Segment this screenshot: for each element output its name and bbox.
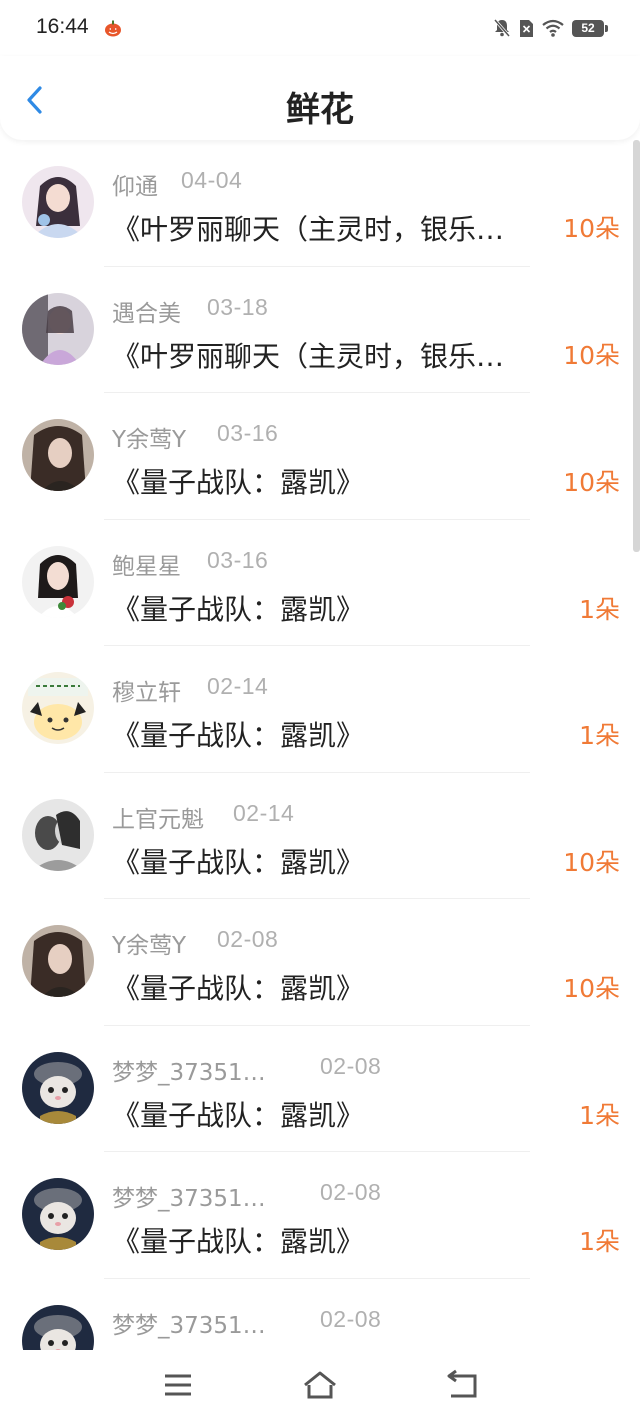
sender-name[interactable]: Y余莺Y	[112, 926, 186, 960]
wifi-icon	[542, 19, 564, 37]
avatar[interactable]	[22, 925, 94, 997]
no-sim-icon	[520, 19, 533, 37]
gift-date: 02-08	[320, 1179, 382, 1205]
gift-date: 02-08	[320, 1052, 382, 1079]
gift-date: 04-04	[181, 167, 243, 193]
gift-date: 02-14	[207, 673, 269, 699]
flower-amount: 10朵	[563, 974, 620, 1003]
flower-amount: 10朵	[563, 340, 620, 370]
avatar[interactable]	[22, 672, 94, 744]
battery-level: 52	[581, 21, 595, 35]
sender-name[interactable]: 梦梦_37351…	[112, 1179, 266, 1213]
flower-amount: 1朵	[579, 1100, 620, 1130]
page-header: 鲜花	[0, 56, 640, 140]
book-title[interactable]: 《量子战队：露凯》	[112, 1094, 542, 1134]
sender-name[interactable]: 梦梦_37351…	[112, 1053, 266, 1087]
sender-name[interactable]: 上官元魁	[112, 800, 204, 834]
flower-gift-list: 仰通 04-04 《叶罗丽聊天（主灵时，银乐… 10朵 遇合美 03-18 《叶罗丽聊天（主…	[0, 140, 640, 1350]
status-time: 16:44	[36, 15, 89, 38]
flower-amount: 1朵	[579, 594, 620, 624]
gift-date: 02-08	[217, 926, 279, 952]
book-title[interactable]: 《叶罗丽聊天（主灵时，银乐…	[112, 335, 542, 375]
return-icon	[447, 1369, 477, 1398]
home-button[interactable]	[300, 1368, 340, 1402]
list-item[interactable]: 梦梦_37351… 02-08 《量子战队：露凯》 1朵	[0, 1026, 640, 1152]
gift-date: 02-08	[320, 1305, 382, 1332]
return-button[interactable]	[442, 1368, 482, 1402]
list-item[interactable]: 鲍星星 03-16 《量子战队：露凯》 1朵	[0, 520, 640, 646]
sender-name[interactable]: 穆立轩	[112, 673, 181, 707]
avatar[interactable]	[22, 1304, 94, 1350]
system-navigation-bar	[0, 1350, 640, 1425]
sender-name[interactable]: 梦梦_37351…	[112, 1306, 266, 1340]
list-item[interactable]: 上官元魁 02-14 《量子战队：露凯》 10朵	[0, 773, 640, 899]
sender-name[interactable]: 遇合美	[112, 294, 181, 328]
gift-date: 03-16	[217, 420, 279, 446]
list-item[interactable]: 遇合美 03-18 《叶罗丽聊天（主灵时，银乐… 10朵	[0, 267, 640, 393]
flower-amount: 10朵	[563, 214, 620, 243]
avatar[interactable]	[22, 1051, 94, 1124]
list-item[interactable]: 仰通 04-04 《叶罗丽聊天（主灵时，银乐… 10朵	[0, 140, 640, 267]
list-item[interactable]: 穆立轩 02-14 《量子战队：露凯》 1朵	[0, 646, 640, 773]
avatar[interactable]	[22, 1178, 94, 1250]
avatar[interactable]	[22, 419, 94, 491]
list-item[interactable]: 梦梦_37351…02-08《量子战队：露凯》	[0, 1279, 640, 1350]
scrollbar[interactable]	[633, 140, 640, 552]
sender-name[interactable]: 鲍星星	[112, 547, 181, 581]
flower-amount: 10朵	[563, 468, 620, 497]
sender-name[interactable]: Y余莺Y	[112, 420, 186, 454]
book-title[interactable]: 《量子战队：露凯》	[112, 1220, 542, 1260]
list-item[interactable]: Y余莺Y 02-08 《量子战队：露凯》 10朵	[0, 899, 640, 1026]
flower-amount: 1朵	[579, 1227, 620, 1256]
status-icons: 52	[493, 17, 608, 39]
avatar[interactable]	[22, 292, 94, 365]
avatar[interactable]	[22, 798, 94, 871]
page-title: 鲜花	[286, 90, 354, 130]
flower-amount: 1朵	[579, 721, 620, 750]
bell-off-icon	[493, 19, 511, 37]
home-icon	[304, 1371, 336, 1399]
book-title[interactable]: 《量子战队：露凯》	[112, 967, 542, 1007]
book-title[interactable]: 《量子战队：露凯》	[112, 714, 542, 754]
gift-date: 03-16	[207, 546, 269, 573]
pumpkin-notification-icon	[105, 20, 121, 37]
sender-name[interactable]: 仰通	[112, 167, 158, 201]
avatar[interactable]	[22, 545, 94, 618]
gift-date: 02-14	[233, 799, 295, 826]
book-title[interactable]: 《量子战队：露凯》	[112, 588, 542, 628]
book-title[interactable]: 《叶罗丽聊天（主灵时，银乐…	[112, 208, 542, 248]
gift-date: 03-18	[207, 293, 269, 320]
menu-button[interactable]	[158, 1368, 198, 1402]
book-title[interactable]: 《量子战队：露凯》	[112, 841, 542, 881]
list-item[interactable]: Y余莺Y 03-16 《量子战队：露凯》 10朵	[0, 393, 640, 520]
battery-indicator: 52	[572, 19, 608, 37]
menu-icon	[165, 1374, 191, 1396]
list-item[interactable]: 梦梦_37351… 02-08 《量子战队：露凯》 1朵	[0, 1152, 640, 1279]
status-bar: 16:44 52	[0, 0, 640, 56]
flower-amount: 10朵	[563, 847, 620, 877]
avatar[interactable]	[22, 166, 94, 238]
book-title[interactable]: 《量子战队：露凯》	[112, 461, 542, 501]
